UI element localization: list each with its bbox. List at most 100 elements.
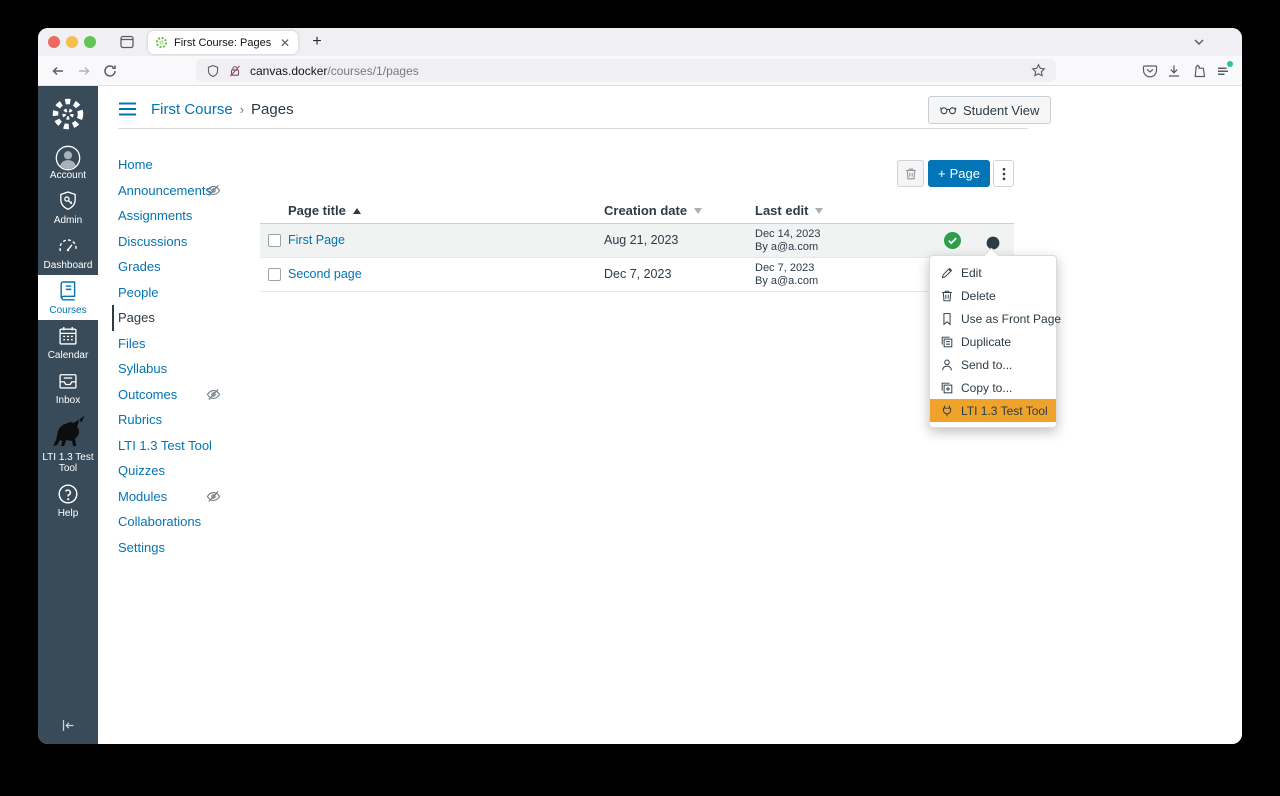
new-tab-button[interactable]: +: [308, 31, 326, 53]
global-nav-label: LTI 1.3 Test Tool: [42, 452, 94, 474]
column-header-page-title[interactable]: Page title: [288, 203, 361, 218]
url-bar[interactable]: canvas.docker/courses/1/pages: [196, 59, 1056, 82]
pocket-icon[interactable]: [1142, 63, 1158, 79]
column-header-last-edit[interactable]: Last edit: [755, 203, 824, 218]
sort-desc-icon: [815, 207, 824, 214]
bookmark-icon: [940, 312, 954, 326]
reload-icon[interactable]: [102, 63, 118, 79]
plug-icon: [940, 404, 954, 418]
course-nav-assignments[interactable]: Assignments: [118, 203, 268, 229]
global-nav-label: Courses: [49, 305, 87, 316]
course-nav-outcomes[interactable]: Outcomes: [118, 382, 268, 408]
course-nav-label: Rubrics: [118, 412, 163, 428]
eye-off-icon: [206, 183, 221, 198]
menu-item-send-to[interactable]: Send to...: [930, 353, 1056, 376]
canvas-favicon-icon: [155, 36, 168, 49]
breadcrumb-separator: ›: [239, 102, 245, 117]
column-header-creation-date[interactable]: Creation date: [604, 203, 703, 218]
table-row: Second page Dec 7, 2023 Dec 7, 2023 By a@a.…: [260, 258, 1014, 292]
bookmark-star-icon[interactable]: [1031, 63, 1046, 78]
menu-item-edit[interactable]: Edit: [930, 261, 1056, 284]
row-checkbox[interactable]: [268, 268, 281, 281]
global-nav-label: Help: [57, 508, 79, 519]
forward-icon[interactable]: [76, 63, 92, 79]
gauge-icon: [39, 235, 97, 259]
global-nav-inbox[interactable]: Inbox: [38, 365, 98, 410]
page-title-link[interactable]: Second page: [288, 267, 362, 281]
course-nav-label: Discussions: [118, 233, 188, 249]
global-nav-courses[interactable]: Courses: [38, 275, 98, 320]
creation-date-cell: Dec 7, 2023: [604, 267, 672, 281]
breadcrumb: First Course › Pages: [151, 101, 294, 118]
zoom-window-button[interactable]: [84, 36, 96, 48]
course-nav-modules[interactable]: Modules: [118, 484, 268, 510]
breadcrumb-current: Pages: [251, 101, 294, 118]
menu-item-label: Use as Front Page: [961, 311, 1062, 326]
back-icon[interactable]: [50, 63, 66, 79]
global-nav-dashboard[interactable]: Dashboard: [38, 230, 98, 275]
minimize-window-button[interactable]: [66, 36, 78, 48]
row-kebab-button[interactable]: [985, 231, 1001, 298]
app-menu-icon[interactable]: [1215, 61, 1233, 79]
global-nav-account[interactable]: Account: [38, 140, 98, 185]
course-nav-people[interactable]: People: [118, 280, 268, 306]
insecure-lock-icon[interactable]: [228, 64, 242, 78]
global-nav-label: Account: [49, 170, 87, 181]
page-title-link[interactable]: First Page: [288, 233, 345, 247]
tab-overview-icon[interactable]: [119, 34, 135, 50]
course-nav-collaborations[interactable]: Collaborations: [118, 509, 268, 535]
course-nav-label: Syllabus: [118, 361, 168, 377]
course-nav-quizzes[interactable]: Quizzes: [118, 458, 268, 484]
last-edit-cell: Dec 14, 2023 By a@a.com: [755, 228, 821, 253]
course-nav-syllabus[interactable]: Syllabus: [118, 356, 268, 382]
canvas-logo-icon[interactable]: [50, 96, 86, 132]
menu-item-label: Edit: [961, 265, 982, 280]
menu-item-delete[interactable]: Delete: [930, 284, 1056, 307]
global-nav: Account Admin Dashboard Courses Calendar Inbo…: [38, 86, 98, 744]
course-nav-files[interactable]: Files: [118, 331, 268, 357]
global-nav-help[interactable]: Help: [38, 478, 98, 523]
menu-item-copy-to[interactable]: Copy to...: [930, 376, 1056, 399]
shield-icon[interactable]: [206, 64, 220, 78]
course-nav-home[interactable]: Home: [118, 152, 268, 178]
global-nav-lti-1-3-test-tool[interactable]: LTI 1.3 Test Tool: [38, 410, 98, 478]
creation-date-cell: Aug 21, 2023: [604, 233, 679, 247]
course-nav-settings[interactable]: Settings: [118, 535, 268, 561]
course-nav-announcements[interactable]: Announcements: [118, 178, 268, 204]
unicorn-icon: [39, 415, 97, 451]
global-nav-admin[interactable]: Admin: [38, 185, 98, 230]
url-text: canvas.docker/courses/1/pages: [250, 64, 419, 78]
menu-item-lti-1-3-test-tool[interactable]: LTI 1.3 Test Tool: [930, 399, 1056, 422]
course-nav-lti-1-3-test-tool[interactable]: LTI 1.3 Test Tool: [118, 433, 268, 459]
menu-item-label: Duplicate: [961, 334, 1012, 349]
course-nav-grades[interactable]: Grades: [118, 254, 268, 280]
pencil-icon: [940, 266, 954, 280]
chevron-down-icon[interactable]: [1192, 35, 1206, 49]
row-checkbox[interactable]: [268, 234, 281, 247]
close-window-button[interactable]: [48, 36, 60, 48]
collapse-global-nav-button[interactable]: [38, 718, 98, 736]
course-nav-rubrics[interactable]: Rubrics: [118, 407, 268, 433]
download-icon[interactable]: [1166, 63, 1182, 79]
menu-item-label: Delete: [961, 288, 996, 303]
published-check-icon[interactable]: [944, 232, 961, 249]
global-nav-calendar[interactable]: Calendar: [38, 320, 98, 365]
course-nav-label: Grades: [118, 259, 161, 275]
update-badge: [1227, 61, 1233, 67]
course-nav-pages[interactable]: Pages: [112, 305, 268, 331]
global-nav-label: Calendar: [47, 350, 89, 361]
course-nav-discussions[interactable]: Discussions: [118, 229, 268, 255]
course-nav-label: Settings: [118, 539, 165, 555]
menu-item-duplicate[interactable]: Duplicate: [930, 330, 1056, 353]
course-nav-hamburger-icon[interactable]: [118, 102, 137, 116]
extensions-icon[interactable]: [1191, 63, 1207, 79]
course-nav-label: Assignments: [118, 208, 193, 224]
add-page-button[interactable]: + Page: [928, 160, 990, 187]
breadcrumb-course-link[interactable]: First Course: [151, 101, 233, 118]
browser-tab[interactable]: First Course: Pages ✕: [148, 31, 298, 54]
menu-item-use-as-front-page[interactable]: Use as Front Page: [930, 307, 1061, 330]
student-view-button[interactable]: Student View: [928, 96, 1052, 124]
more-options-button[interactable]: [993, 160, 1014, 187]
close-tab-icon[interactable]: ✕: [279, 37, 291, 49]
delete-selected-button[interactable]: [897, 160, 924, 187]
